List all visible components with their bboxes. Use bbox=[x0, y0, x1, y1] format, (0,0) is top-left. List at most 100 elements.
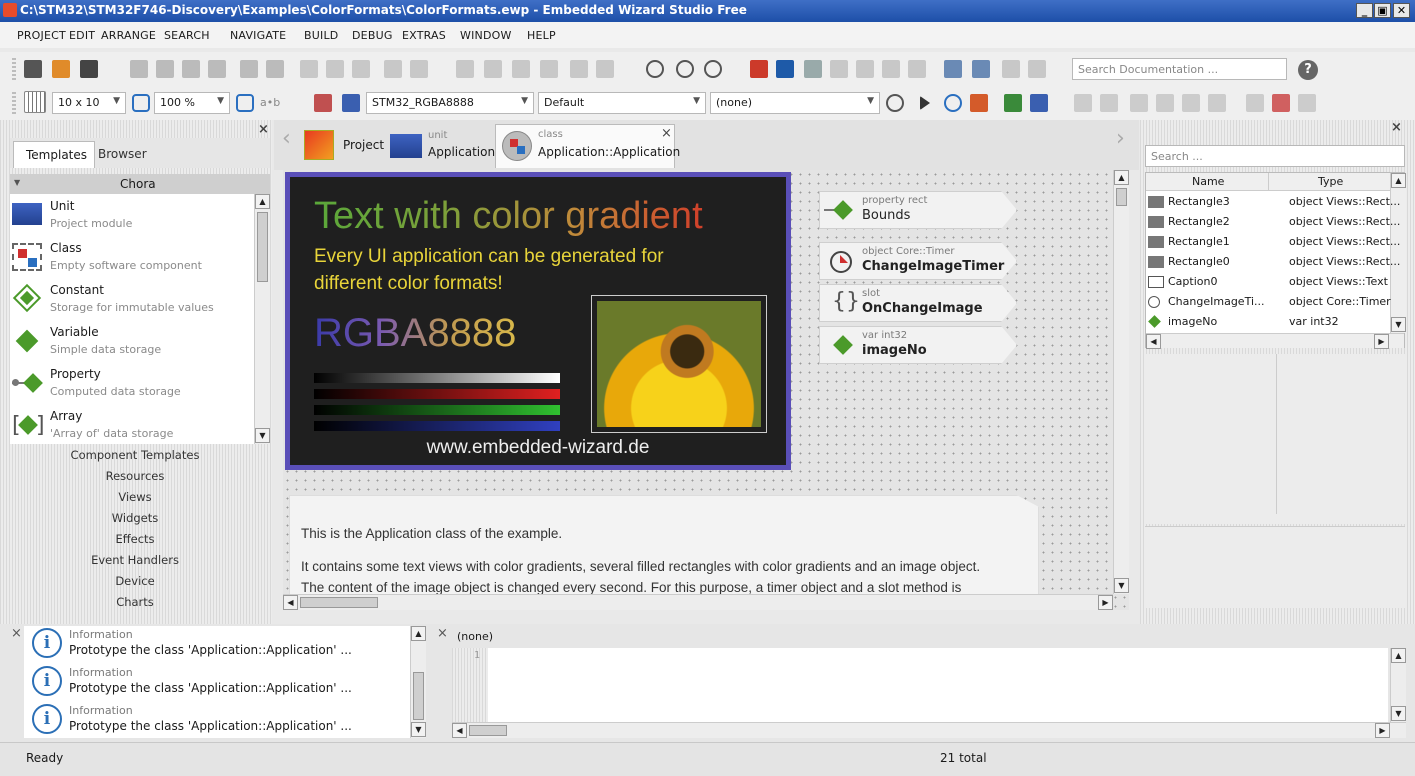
category-resources[interactable]: Resources bbox=[0, 469, 270, 483]
code-hscroll[interactable]: ◀ ▶ bbox=[452, 722, 1406, 738]
copy-icon[interactable] bbox=[156, 60, 174, 78]
comment-icon[interactable] bbox=[1002, 60, 1020, 78]
style-combo[interactable]: Default ▼ bbox=[538, 92, 706, 114]
tree-icon[interactable] bbox=[830, 60, 848, 78]
menu-extras[interactable]: EXTRAS bbox=[402, 29, 446, 42]
paste-icon[interactable] bbox=[182, 60, 200, 78]
undo-icon[interactable] bbox=[240, 60, 258, 78]
close-tab-icon[interactable]: × bbox=[661, 126, 672, 141]
template-constant[interactable]: Constant Storage for immutable values bbox=[10, 283, 255, 325]
template-variable[interactable]: Variable Simple data storage bbox=[10, 325, 255, 367]
category-component-templates[interactable]: Component Templates bbox=[0, 448, 270, 462]
table-row[interactable]: ChangeImageTi... object Core::Timer bbox=[1146, 292, 1391, 312]
tab-browser[interactable]: Browser bbox=[98, 141, 147, 167]
category-widgets[interactable]: Widgets bbox=[0, 511, 270, 525]
menu-window[interactable]: WINDOW bbox=[460, 29, 512, 42]
select-icon[interactable] bbox=[776, 60, 794, 78]
canvas-hscroll[interactable]: ◀ ▶ bbox=[283, 594, 1113, 610]
ab-toggle[interactable]: a•b bbox=[260, 96, 280, 109]
list-icon[interactable] bbox=[342, 94, 360, 112]
tab-templates[interactable]: Templates bbox=[13, 141, 95, 168]
scroll-up-icon[interactable]: ▲ bbox=[411, 626, 426, 641]
indent-icon[interactable] bbox=[570, 60, 588, 78]
members-search-input[interactable]: Search ... bbox=[1145, 145, 1405, 167]
menu-edit[interactable]: EDIT bbox=[69, 29, 95, 42]
profile-icon[interactable] bbox=[314, 94, 332, 112]
scroll-down-icon[interactable]: ▼ bbox=[1391, 706, 1406, 721]
templates-scrollbar[interactable]: ▲ ▼ bbox=[254, 194, 270, 444]
scroll-thumb[interactable] bbox=[1116, 188, 1127, 206]
scroll-down-icon[interactable]: ▼ bbox=[255, 428, 270, 443]
cut-icon[interactable] bbox=[130, 60, 148, 78]
back-icon[interactable] bbox=[484, 60, 502, 78]
zoom-out-icon[interactable] bbox=[704, 60, 722, 78]
close-icon[interactable]: × bbox=[258, 122, 269, 137]
build-icon[interactable] bbox=[750, 60, 768, 78]
scroll-right-icon[interactable]: ▶ bbox=[1374, 334, 1389, 349]
member-bounds[interactable]: property rect Bounds bbox=[819, 191, 1017, 229]
step-over-icon[interactable] bbox=[1208, 94, 1226, 112]
panel-left-icon[interactable] bbox=[944, 60, 962, 78]
template-property[interactable]: Property Computed data storage bbox=[10, 367, 255, 409]
table-hscroll[interactable]: ◀ ▶ bbox=[1146, 333, 1404, 349]
scroll-thumb[interactable] bbox=[469, 725, 507, 736]
category-device[interactable]: Device bbox=[0, 574, 270, 588]
debug-icon[interactable] bbox=[970, 94, 988, 112]
tab-class-application[interactable]: class Application::Application × bbox=[495, 124, 680, 168]
zoom-in-icon[interactable] bbox=[676, 60, 694, 78]
new-icon[interactable] bbox=[24, 60, 42, 78]
table-row[interactable]: Rectangle3 object Views::Rect... bbox=[1146, 192, 1400, 212]
template-class[interactable]: Class Empty software component bbox=[10, 241, 255, 283]
member-change-image-timer[interactable]: object Core::Timer ChangeImageTimer bbox=[819, 242, 1017, 280]
hand-remove-icon[interactable] bbox=[1272, 94, 1290, 112]
chevron-left-icon[interactable]: ‹ bbox=[282, 126, 291, 151]
refresh-icon[interactable] bbox=[886, 94, 904, 112]
front-icon[interactable] bbox=[456, 60, 474, 78]
uncomment-icon[interactable] bbox=[1028, 60, 1046, 78]
code-vscroll[interactable]: ▲ ▼ bbox=[1390, 648, 1406, 722]
zoom-in-icon[interactable] bbox=[132, 94, 150, 112]
close-icon[interactable]: × bbox=[11, 626, 22, 641]
scroll-up-icon[interactable]: ▲ bbox=[255, 194, 270, 209]
stack-icon[interactable] bbox=[512, 60, 530, 78]
scroll-down-icon[interactable]: ▼ bbox=[1391, 317, 1406, 332]
scroll-left-icon[interactable]: ◀ bbox=[452, 723, 467, 738]
scroll-down-icon[interactable]: ▼ bbox=[411, 722, 426, 737]
play-icon[interactable] bbox=[920, 96, 930, 110]
save-icon[interactable] bbox=[80, 60, 98, 78]
scroll-right-icon[interactable]: ▶ bbox=[1375, 723, 1390, 738]
menu-project[interactable]: PROJECT bbox=[17, 29, 66, 42]
documentation-search-input[interactable]: Search Documentation ... bbox=[1072, 58, 1287, 80]
template-array[interactable]: [] Array 'Array of' data storage bbox=[10, 409, 255, 451]
variant-combo[interactable]: (none) ▼ bbox=[710, 92, 880, 114]
menu-build[interactable]: BUILD bbox=[304, 29, 338, 42]
minimize-button[interactable]: _ bbox=[1356, 3, 1373, 18]
align-right-icon[interactable] bbox=[352, 60, 370, 78]
tab-project[interactable]: Project bbox=[304, 128, 394, 164]
zoom-combo[interactable]: 100 % ▼ bbox=[154, 92, 230, 114]
grid-icon[interactable] bbox=[24, 91, 46, 113]
menu-arrange[interactable]: ARRANGE bbox=[101, 29, 156, 42]
scroll-up-icon[interactable]: ▲ bbox=[1391, 648, 1406, 663]
search-icon[interactable] bbox=[646, 60, 664, 78]
grid-size-combo[interactable]: 10 x 10 ▼ bbox=[52, 92, 126, 114]
branch-icon[interactable] bbox=[882, 60, 900, 78]
member-on-change-image[interactable]: {} slot OnChangeImage bbox=[819, 284, 1017, 322]
scroll-left-icon[interactable]: ◀ bbox=[1146, 334, 1161, 349]
help-icon[interactable]: ? bbox=[1298, 60, 1318, 80]
member-image-no[interactable]: var int32 imageNo bbox=[819, 326, 1017, 364]
open-icon[interactable] bbox=[52, 60, 70, 78]
scroll-thumb[interactable] bbox=[300, 597, 378, 608]
run-icon[interactable] bbox=[944, 94, 962, 112]
scroll-up-icon[interactable]: ▲ bbox=[1391, 173, 1406, 188]
step-into-icon[interactable] bbox=[1156, 94, 1174, 112]
layer-icon[interactable] bbox=[540, 60, 558, 78]
column-type[interactable]: Type bbox=[1318, 175, 1343, 188]
align-left-icon[interactable] bbox=[300, 60, 318, 78]
chevron-right-icon[interactable]: › bbox=[1116, 126, 1125, 151]
application-frame[interactable]: Text with color gradient Every UI applic… bbox=[285, 172, 791, 470]
tab-unit-application[interactable]: unit Application bbox=[390, 128, 495, 164]
maximize-button[interactable]: ▣ bbox=[1374, 3, 1391, 18]
step-icon[interactable] bbox=[1130, 94, 1148, 112]
table-row[interactable]: Caption0 object Views::Text bbox=[1146, 272, 1388, 292]
